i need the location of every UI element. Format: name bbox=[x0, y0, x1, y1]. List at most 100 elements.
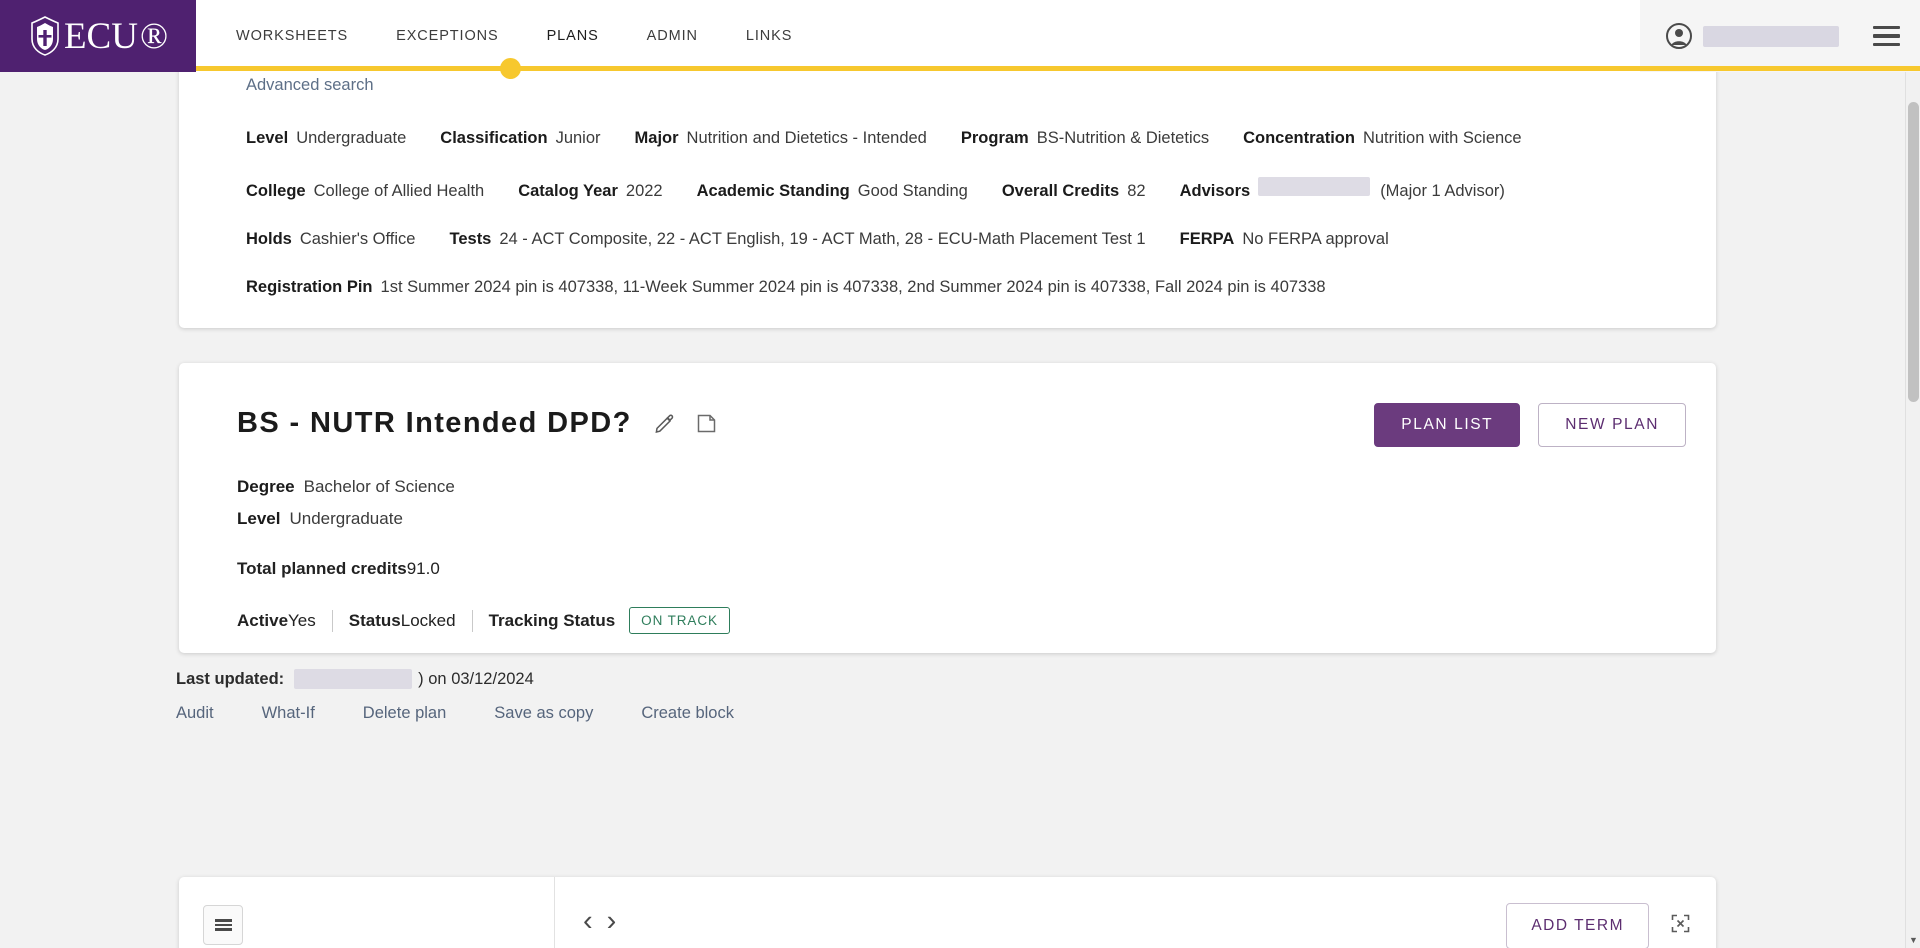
info-ferpa: FERPA No FERPA approval bbox=[1180, 230, 1389, 249]
info-value: Undergraduate bbox=[296, 129, 407, 147]
info-catalog-year: Catalog Year 2022 bbox=[518, 182, 662, 201]
user-account-chip[interactable] bbox=[1666, 23, 1873, 49]
delete-plan-link[interactable]: Delete plan bbox=[363, 704, 446, 723]
username-redacted bbox=[1703, 25, 1839, 47]
info-academic-standing: Academic Standing Good Standing bbox=[697, 182, 968, 201]
info-label: Level bbox=[246, 129, 289, 147]
app-header: ECU ® WORKSHEETS EXCEPTIONS PLANS ADMIN L… bbox=[0, 0, 1920, 72]
term-prev-icon[interactable]: ‹ bbox=[583, 907, 593, 936]
plan-level-value: Undergraduate bbox=[289, 509, 403, 528]
info-value: (Major 1 Advisor) bbox=[1380, 182, 1505, 200]
info-concentration: Concentration Nutrition with Science bbox=[1243, 129, 1522, 148]
nav-item-admin[interactable]: ADMIN bbox=[623, 0, 722, 72]
info-value: No FERPA approval bbox=[1242, 230, 1389, 248]
plan-level-label: Level bbox=[237, 509, 281, 528]
plan-credits-row: Total planned credits91.0 bbox=[237, 559, 1686, 579]
plan-status-label: Status bbox=[348, 610, 401, 630]
expand-icon[interactable] bbox=[1671, 914, 1690, 938]
info-program: Program BS-Nutrition & Dietetics bbox=[961, 129, 1209, 148]
still-needed-panel: ‹ Still Needed › bbox=[179, 877, 555, 948]
plan-card-header: BS - NUTR Intended DPD? PLAN LIST NEW PL… bbox=[209, 391, 1686, 447]
info-holds: Holds Cashier's Office bbox=[246, 230, 415, 249]
info-label: Academic Standing bbox=[696, 182, 850, 200]
what-if-link[interactable]: What-If bbox=[262, 704, 315, 723]
menu-icon[interactable] bbox=[1873, 25, 1900, 47]
status-badge: ON TRACK bbox=[629, 607, 730, 634]
plan-title-group: BS - NUTR Intended DPD? bbox=[237, 407, 716, 440]
note-icon[interactable] bbox=[697, 414, 716, 433]
avatar-icon bbox=[1666, 23, 1692, 49]
info-label: Major bbox=[634, 129, 679, 147]
save-as-copy-link[interactable]: Save as copy bbox=[494, 704, 593, 723]
nav-item-worksheets[interactable]: WORKSHEETS bbox=[212, 0, 372, 72]
info-value: Good Standing bbox=[857, 182, 968, 200]
info-value: Cashier's Office bbox=[299, 230, 416, 248]
plan-action-links: Audit What-If Delete plan Save as copy C… bbox=[176, 704, 734, 723]
new-plan-button[interactable]: NEW PLAN bbox=[1538, 403, 1686, 447]
nav-item-exceptions[interactable]: EXCEPTIONS bbox=[372, 0, 522, 72]
student-info-card: Advanced search Level Undergraduate Clas… bbox=[179, 72, 1716, 328]
pencil-icon[interactable] bbox=[654, 413, 675, 434]
last-updated-suffix: ) on 03/12/2024 bbox=[418, 669, 534, 688]
info-label: Classification bbox=[440, 129, 548, 147]
divider bbox=[471, 609, 473, 632]
info-label: Holds bbox=[246, 230, 292, 248]
last-updated-row: Last updated: ) on 03/12/2024 bbox=[176, 669, 534, 689]
plan-list-button[interactable]: PLAN LIST bbox=[1374, 403, 1521, 447]
info-level: Level Undergraduate bbox=[246, 129, 406, 148]
audit-link[interactable]: Audit bbox=[176, 704, 214, 723]
plan-meta: Degree Bachelor of Science Level Undergrad… bbox=[237, 477, 1686, 529]
plan-degree-value: Bachelor of Science bbox=[303, 477, 455, 496]
student-info-row-1: Level Undergraduate Classification Junio… bbox=[246, 129, 1690, 148]
terms-panel: ‹ › ADD TERM Sprin bbox=[555, 877, 1716, 948]
add-term-button[interactable]: ADD TERM bbox=[1506, 903, 1649, 948]
nav-item-links[interactable]: LINKS bbox=[722, 0, 816, 72]
plan-credits-value: 91.0 bbox=[406, 559, 440, 578]
plan-credits-label: Total planned credits bbox=[237, 559, 407, 578]
registered-mark: ® bbox=[139, 15, 169, 57]
plan-summary-card: BS - NUTR Intended DPD? PLAN LIST NEW PL… bbox=[179, 363, 1716, 653]
info-major: Major Nutrition and Dietetics - Intended bbox=[635, 129, 927, 148]
info-label: Overall Credits bbox=[1001, 182, 1120, 200]
info-college: College College of Allied Health bbox=[246, 182, 484, 201]
info-advisors: Advisors (Major 1 Advisor) bbox=[1180, 177, 1505, 201]
planner-panel: ‹ Still Needed › ‹ › ADD TERM bbox=[179, 877, 1716, 948]
info-label: Catalog Year bbox=[518, 182, 618, 200]
logo-wordmark: ECU bbox=[63, 15, 138, 57]
info-value: 82 bbox=[1127, 182, 1146, 200]
plan-status-value: Locked bbox=[400, 610, 456, 630]
plan-status-row: Active Yes Status Locked Tracking Status O… bbox=[237, 607, 1686, 634]
shield-icon bbox=[31, 16, 59, 56]
ecu-logo[interactable]: ECU ® bbox=[0, 0, 196, 72]
student-info-row-2: College College of Allied Health Catalog… bbox=[246, 177, 1690, 201]
info-overall-credits: Overall Credits 82 bbox=[1002, 182, 1146, 201]
info-label: Advisors bbox=[1179, 182, 1251, 200]
scroll-down-icon[interactable]: ▼ bbox=[1906, 932, 1920, 948]
nav-item-plans[interactable]: PLANS bbox=[523, 0, 623, 72]
last-updated-user-redacted bbox=[294, 669, 413, 689]
plan-degree-label: Degree bbox=[237, 477, 295, 496]
info-value: 24 - ACT Composite, 22 - ACT English, 19… bbox=[499, 230, 1146, 248]
info-value: 2022 bbox=[625, 182, 663, 200]
info-label: Tests bbox=[449, 230, 492, 248]
advisor-name-redacted bbox=[1258, 177, 1371, 196]
active-tab-underline bbox=[196, 66, 1920, 71]
info-value: BS-Nutrition & Dietetics bbox=[1036, 129, 1210, 147]
scrollbar-thumb[interactable] bbox=[1908, 102, 1919, 402]
list-toggle-icon[interactable] bbox=[203, 905, 243, 945]
plan-active-label: Active bbox=[237, 610, 289, 630]
info-label: College bbox=[246, 182, 306, 200]
info-value: Nutrition with Science bbox=[1362, 129, 1522, 147]
active-tab-indicator-dot bbox=[500, 58, 521, 79]
plan-degree-row: Degree Bachelor of Science bbox=[237, 477, 1686, 497]
info-label: FERPA bbox=[1179, 230, 1235, 248]
term-next-icon[interactable]: › bbox=[607, 907, 617, 936]
last-updated-label: Last updated: bbox=[176, 669, 285, 688]
header-right-group bbox=[1640, 0, 1920, 72]
advanced-search-link[interactable]: Advanced search bbox=[246, 76, 1690, 95]
create-block-link[interactable]: Create block bbox=[641, 704, 734, 723]
page-scrollbar[interactable]: ▲ ▼ bbox=[1905, 59, 1920, 948]
plan-tracking-label: Tracking Status bbox=[488, 610, 616, 630]
info-label: Program bbox=[960, 129, 1029, 147]
plan-actions: PLAN LIST NEW PLAN bbox=[1374, 403, 1686, 447]
